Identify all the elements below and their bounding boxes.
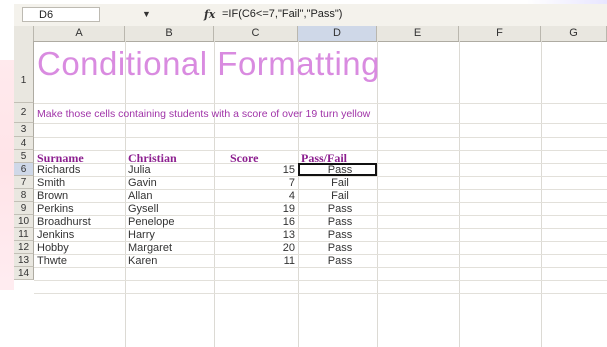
header-score[interactable]: Score (230, 151, 258, 166)
cell-christian[interactable]: Margaret (128, 242, 172, 255)
cell-score[interactable]: 13 (265, 229, 295, 242)
column-header-a[interactable]: A (34, 26, 125, 41)
cell-surname[interactable]: Brown (37, 190, 68, 203)
cell-christian[interactable]: Penelope (128, 216, 175, 229)
cell-christian[interactable]: Karen (128, 255, 157, 268)
cell-result[interactable]: Pass (315, 203, 365, 216)
row-header-2[interactable]: 2 (14, 103, 34, 123)
cell-surname[interactable]: Richards (37, 164, 80, 177)
row-header-7[interactable]: 7 (14, 176, 34, 189)
cell-result[interactable]: Pass (315, 229, 365, 242)
column-header-d[interactable]: D (298, 26, 377, 41)
gridline (34, 137, 607, 138)
cell-score[interactable]: 20 (265, 242, 295, 255)
row-header-9[interactable]: 9 (14, 202, 34, 215)
row-header-5[interactable]: 5 (14, 150, 34, 163)
formula-bar: D6 ▼ fx =IF(C6<=7,"Fail","Pass") (14, 4, 607, 27)
row-header-10[interactable]: 10 (14, 215, 34, 228)
fx-icon[interactable]: fx (204, 7, 215, 22)
column-header-b[interactable]: B (125, 26, 214, 41)
gridline (377, 41, 378, 347)
gridline (214, 41, 215, 347)
row-header-6[interactable]: 6 (14, 163, 34, 176)
cell-result[interactable]: Pass (315, 216, 365, 229)
sheet-subtitle[interactable]: Make those cells containing students wit… (37, 108, 370, 120)
column-header-g[interactable]: G (541, 26, 607, 41)
row-header-8[interactable]: 8 (14, 189, 34, 202)
row-header-14[interactable]: 14 (14, 267, 34, 280)
spreadsheet: D6 ▼ fx =IF(C6<=7,"Fail","Pass") A B C D… (14, 4, 607, 347)
sheet-title[interactable]: Conditional Formatting (37, 45, 380, 83)
row-header-13[interactable]: 13 (14, 254, 34, 267)
cell-surname[interactable]: Smith (37, 177, 65, 190)
cell-christian[interactable]: Julia (128, 164, 151, 177)
gridline (541, 41, 542, 347)
cell-score[interactable]: 15 (265, 164, 295, 177)
cell-result[interactable]: Fail (315, 190, 365, 203)
dropdown-arrow-icon[interactable]: ▼ (142, 7, 151, 22)
cell-christian[interactable]: Gavin (128, 177, 157, 190)
formula-input[interactable]: =IF(C6<=7,"Fail","Pass") (222, 7, 342, 22)
cell-score[interactable]: 7 (265, 177, 295, 190)
gridline (298, 41, 299, 347)
cell-surname[interactable]: Jenkins (37, 229, 74, 242)
gridline (459, 41, 460, 347)
row-header-1[interactable]: 1 (14, 41, 34, 103)
cell-score[interactable]: 11 (265, 255, 295, 268)
cell-result[interactable]: Pass (315, 255, 365, 268)
cell-surname[interactable]: Hobby (37, 242, 69, 255)
cell-surname[interactable]: Perkins (37, 203, 74, 216)
row-header-11[interactable]: 11 (14, 228, 34, 241)
cell-score[interactable]: 16 (265, 216, 295, 229)
row-header-12[interactable]: 12 (14, 241, 34, 254)
cell-christian[interactable]: Harry (128, 229, 155, 242)
cell-christian[interactable]: Gysell (128, 203, 159, 216)
gridline (34, 293, 607, 294)
gridline (125, 41, 126, 347)
column-header-f[interactable]: F (459, 26, 541, 41)
gridline (34, 103, 607, 104)
gridline (34, 280, 607, 281)
cell-result[interactable]: Fail (315, 177, 365, 190)
row-header-4[interactable]: 4 (14, 137, 34, 150)
cell-result[interactable]: Pass (315, 242, 365, 255)
column-header-e[interactable]: E (377, 26, 459, 41)
column-header-c[interactable]: C (214, 26, 298, 41)
column-headers: A B C D E F G (14, 26, 607, 42)
select-all-corner[interactable] (14, 26, 34, 41)
cell-surname[interactable]: Broadhurst (37, 216, 91, 229)
cell-score[interactable]: 19 (265, 203, 295, 216)
gridline (34, 123, 607, 124)
row-header-3[interactable]: 3 (14, 123, 34, 137)
cell-christian[interactable]: Allan (128, 190, 152, 203)
name-box[interactable]: D6 (22, 7, 100, 22)
cell-surname[interactable]: Thwte (37, 255, 67, 268)
active-cell-outline (298, 163, 377, 176)
cell-score[interactable]: 4 (265, 190, 295, 203)
